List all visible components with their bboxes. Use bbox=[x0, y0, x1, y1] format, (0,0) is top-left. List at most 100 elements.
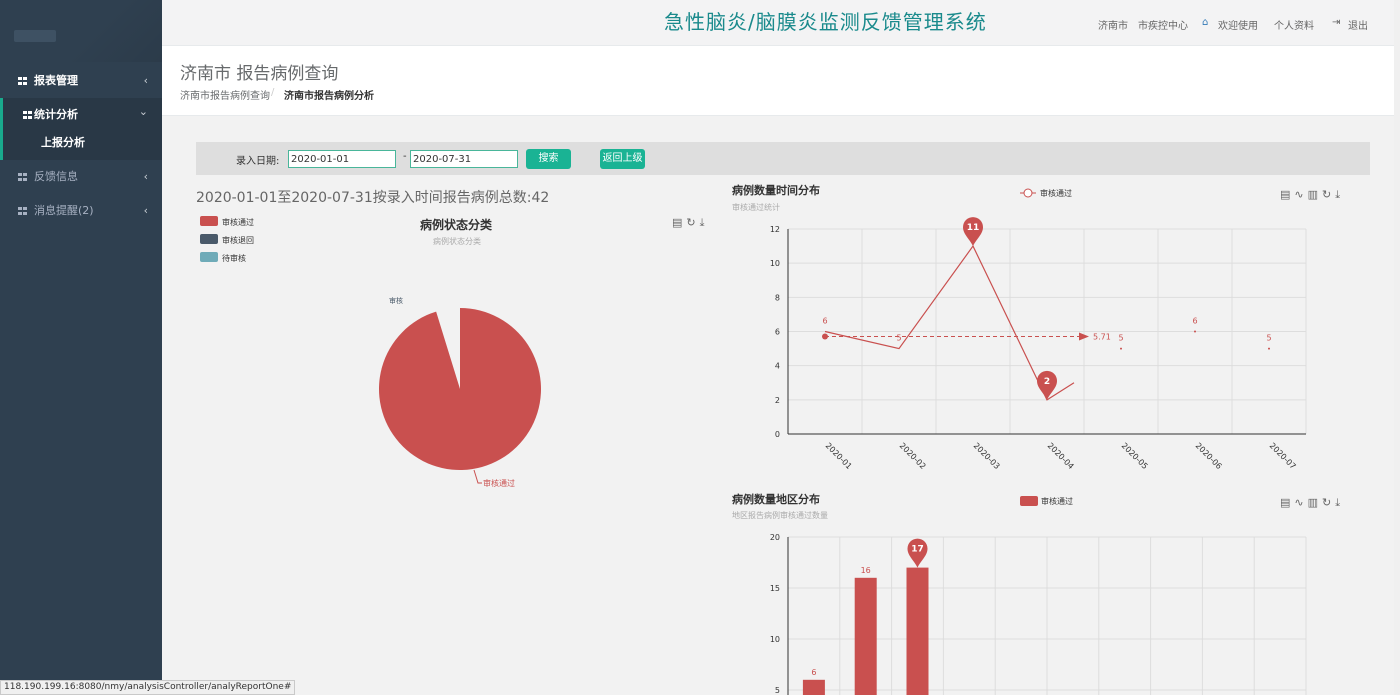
average-line-start bbox=[822, 333, 828, 340]
sidebar-item-feedback[interactable]: 反馈信息 ‹ bbox=[0, 160, 162, 194]
pin-marker-label: 2 bbox=[1044, 377, 1050, 387]
breadcrumb-separator: / bbox=[271, 87, 275, 98]
sidebar-item-label: 消息提醒(2) bbox=[34, 204, 94, 217]
legend-label: 审核通过 bbox=[1041, 496, 1073, 506]
breadcrumb-current: 济南市报告病例分析 bbox=[284, 91, 374, 102]
top-header: 急性脑炎/脑膜炎监测反馈管理系统 济南市 市疾控中心 ⌂ 欢迎使用 个人资料 ⇥… bbox=[162, 0, 1400, 46]
y-tick-label: 2 bbox=[775, 396, 780, 405]
legend-swatch bbox=[200, 234, 218, 244]
data-label: 5 bbox=[896, 334, 901, 343]
bar bbox=[802, 679, 825, 695]
system-title: 急性脑炎/脑膜炎监测反馈管理系统 bbox=[664, 10, 987, 34]
sidebar-item-statistics[interactable]: 统计分析 ⌄ bbox=[0, 98, 162, 132]
end-date-input[interactable] bbox=[410, 150, 518, 168]
legend-label: 审核通过 bbox=[1040, 188, 1072, 198]
x-tick-label: 2020-02 bbox=[898, 441, 928, 470]
x-tick-label: 2020-06 bbox=[1194, 441, 1224, 470]
grid-icon bbox=[18, 207, 28, 215]
data-point bbox=[1120, 347, 1122, 350]
line-chart-panel: 病例数量时间分布 审核通过统计 ▤∿▥↻⤓ 审核通过 0 2 4 6 8 10 12 2020-… bbox=[730, 180, 1370, 470]
data-label: 6 bbox=[822, 317, 827, 326]
bar bbox=[854, 577, 877, 695]
sidebar-item-label: 统计分析 bbox=[34, 108, 78, 121]
pin-marker-label: 17 bbox=[911, 545, 924, 555]
breadcrumb-link[interactable]: 济南市报告病例查询 bbox=[180, 87, 270, 102]
sidebar-menu: 报表管理 ‹ 统计分析 ⌄ 上报分析 反馈信息 ‹ 消息提醒(2) ‹ bbox=[0, 64, 162, 228]
grid-icon bbox=[18, 173, 28, 181]
logo-shade bbox=[56, 0, 162, 62]
average-label: 5.71 bbox=[1093, 332, 1111, 341]
y-tick-label: 10 bbox=[770, 259, 780, 268]
back-button[interactable]: 返回上级 bbox=[600, 149, 645, 169]
data-point bbox=[1194, 330, 1196, 333]
page-title: 济南市 报告病例查询 bbox=[180, 64, 339, 84]
data-point bbox=[1268, 347, 1270, 350]
logo bbox=[14, 30, 56, 42]
date-label: 录入日期: bbox=[236, 156, 280, 167]
sidebar-submenu: 上报分析 bbox=[0, 132, 162, 160]
pie-slice-label: 审核通过 bbox=[483, 478, 515, 488]
sidebar: 报表管理 ‹ 统计分析 ⌄ 上报分析 反馈信息 ‹ 消息提醒(2) ‹ bbox=[0, 0, 162, 695]
bar-chart-svg: 审核通过 5 10 15 20 6 16 17 bbox=[770, 496, 1307, 695]
sidebar-item-label: 反馈信息 bbox=[34, 170, 78, 183]
case-total-summary: 2020-01-01至2020-07-31按录入时间报告病例总数:42 bbox=[196, 190, 550, 206]
pie-label-line bbox=[473, 469, 482, 484]
y-tick-label: 12 bbox=[770, 225, 780, 234]
pie-chart-panel: 病例状态分类 病例状态分类 ▤↻⤓ 审核通过 审核退回 待审核 审核通过 审核 bbox=[196, 208, 726, 508]
y-tick-label: 4 bbox=[775, 362, 780, 371]
sidebar-item-label: 报表管理 bbox=[34, 74, 78, 87]
data-label: 16 bbox=[861, 566, 871, 575]
legend-swatch bbox=[200, 252, 218, 262]
y-tick-label: 15 bbox=[770, 584, 780, 593]
x-tick-label: 2020-05 bbox=[1120, 441, 1150, 470]
home-icon: ⌂ bbox=[1202, 17, 1209, 28]
data-label: 5 bbox=[1266, 334, 1271, 343]
chevron-down-icon: ⌄ bbox=[138, 105, 148, 118]
data-label: 5 bbox=[1118, 334, 1123, 343]
chevron-left-icon: ‹ bbox=[143, 74, 148, 87]
search-bar: 录入日期: - 搜索 返回上级 bbox=[196, 142, 1370, 175]
x-tick-label: 2020-01 bbox=[824, 441, 854, 470]
welcome-link[interactable]: 欢迎使用 bbox=[1218, 17, 1258, 32]
pie-chart-svg: 审核通过审核退回待审核审核通过审核 bbox=[200, 216, 542, 488]
sidebar-subitem-report-analysis[interactable]: 上报分析 bbox=[3, 132, 162, 160]
bar-chart-panel: 病例数量地区分布 地区报告病例审核通过数量 ▤∿▥↻⤓ 审核通过 5 10 15 20 6… bbox=[730, 488, 1370, 695]
data-label: 6 bbox=[811, 668, 816, 677]
date-range-dash: - bbox=[403, 151, 407, 162]
start-date-input[interactable] bbox=[288, 150, 396, 168]
pin-marker-label: 11 bbox=[967, 223, 980, 233]
grid-icon bbox=[23, 111, 33, 119]
chevron-left-icon: ‹ bbox=[143, 204, 148, 217]
legend-marker bbox=[1023, 188, 1033, 198]
grid-icon bbox=[18, 77, 28, 85]
city-label: 济南市 bbox=[1098, 21, 1128, 32]
y-tick-label: 10 bbox=[770, 635, 780, 644]
page-heading: 济南市 报告病例查询 济南市报告病例查询 / 济南市报告病例分析 bbox=[162, 46, 1400, 116]
pie-slice-label: 审核 bbox=[389, 296, 403, 305]
x-tick-label: 2020-07 bbox=[1268, 441, 1298, 470]
logout-link[interactable]: 退出 bbox=[1348, 17, 1368, 32]
chevron-left-icon: ‹ bbox=[143, 170, 148, 183]
y-tick-label: 8 bbox=[775, 293, 780, 302]
browser-status-bar: 118.190.199.16:8080/nmy/analysisControll… bbox=[0, 680, 296, 695]
legend-label: 审核退回 bbox=[222, 235, 254, 245]
x-tick-label: 2020-03 bbox=[972, 441, 1002, 470]
line-chart-svg: 审核通过 0 2 4 6 8 10 12 2020-01 2020-02 2020-03 2020-0… bbox=[770, 188, 1307, 470]
logout-icon: ⇥ bbox=[1332, 17, 1341, 28]
org-label: 市疾控中心 bbox=[1138, 21, 1188, 32]
search-button[interactable]: 搜索 bbox=[526, 149, 571, 169]
sidebar-item-messages[interactable]: 消息提醒(2) ‹ bbox=[0, 194, 162, 228]
y-tick-label: 20 bbox=[770, 533, 780, 542]
page-scrollbar[interactable] bbox=[1394, 0, 1400, 695]
data-label: 6 bbox=[1192, 317, 1197, 326]
pie-slice bbox=[379, 308, 542, 470]
legend-label: 待审核 bbox=[222, 253, 246, 263]
y-tick-label: 5 bbox=[775, 686, 780, 695]
y-tick-label: 0 bbox=[775, 430, 780, 439]
legend-label: 审核通过 bbox=[222, 217, 254, 227]
y-tick-label: 6 bbox=[775, 328, 780, 337]
sidebar-item-report-management[interactable]: 报表管理 ‹ bbox=[0, 64, 162, 98]
profile-link[interactable]: 个人资料 bbox=[1274, 17, 1314, 32]
legend-swatch bbox=[200, 216, 218, 226]
legend-swatch bbox=[1020, 496, 1038, 506]
